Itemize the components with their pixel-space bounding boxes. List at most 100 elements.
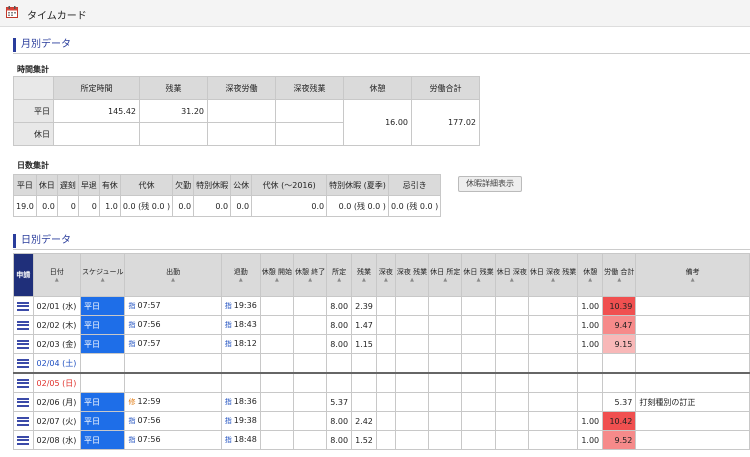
schedule-cell[interactable]: 平日 <box>79 315 126 335</box>
sort-icon[interactable]: ▲ <box>497 277 527 283</box>
column-header-labor-total[interactable]: 労働 合計 ▲ <box>602 253 637 297</box>
menu-icon[interactable] <box>17 435 30 445</box>
column-header-break[interactable]: 休憩 ▲ <box>577 253 604 297</box>
break-end-cell <box>293 296 328 316</box>
sort-icon[interactable]: ▲ <box>397 277 427 283</box>
schedule-cell[interactable]: 平日 <box>79 392 126 412</box>
section-divider <box>13 53 750 54</box>
clock-in-cell[interactable]: 指 07:57 <box>124 296 222 316</box>
menu-icon[interactable] <box>17 320 30 330</box>
daily-section-title: 日別データ <box>13 234 71 248</box>
clock-in-cell[interactable]: 指 07:56 <box>124 315 222 335</box>
break-cell: 1.00 <box>577 296 604 316</box>
column-header-holiday-overtime[interactable]: 休日 残業 ▲ <box>461 253 496 297</box>
column-header-scheduled[interactable]: 所定 ▲ <box>326 253 353 297</box>
schedule-cell[interactable]: 平日 <box>79 411 126 431</box>
schedule-cell[interactable]: 平日 <box>79 296 126 316</box>
holiday-overtime-cell <box>461 315 496 335</box>
menu-icon[interactable] <box>17 397 30 407</box>
sort-icon[interactable]: ▲ <box>353 277 375 283</box>
column-header-schedule[interactable]: スケジュール ▲ <box>79 253 126 297</box>
sort-icon[interactable]: ▲ <box>530 277 576 283</box>
column-header: 遅刻 <box>56 174 79 196</box>
clock-out-cell[interactable]: 指 18:12 <box>220 334 261 354</box>
clock-in-cell[interactable]: 指 07:57 <box>124 334 222 354</box>
date-cell[interactable]: 02/07 (火) <box>32 411 81 431</box>
clock-in-cell[interactable]: 指 07:56 <box>124 430 222 450</box>
fingerprint-punch-icon: 指 <box>128 321 136 329</box>
menu-icon[interactable] <box>17 378 30 388</box>
column-header-overtime[interactable]: 残業 ▲ <box>351 253 377 297</box>
menu-icon[interactable] <box>17 416 30 426</box>
sort-icon[interactable]: ▲ <box>328 277 350 283</box>
date-cell[interactable]: 02/02 (木) <box>32 315 81 335</box>
late-night-cell <box>375 430 396 450</box>
clock-in-cell[interactable]: 修 12:59 <box>124 392 222 412</box>
column-header-late-night-overtime[interactable]: 深夜 残業 ▲ <box>394 253 430 297</box>
clock-out-cell[interactable] <box>220 372 261 393</box>
column-header-holiday-late-night-overtime[interactable]: 休日 深夜 残業 ▲ <box>527 253 579 297</box>
column-header-late-night[interactable]: 深夜 ▲ <box>375 253 396 297</box>
sort-icon[interactable]: ▲ <box>579 277 601 283</box>
apply-cell <box>13 315 34 335</box>
clock-in-cell[interactable] <box>124 372 222 393</box>
column-header-break-end[interactable]: 休憩 終了 ▲ <box>293 253 328 297</box>
schedule-cell[interactable] <box>79 353 126 374</box>
remarks-cell <box>635 430 750 450</box>
sort-icon[interactable]: ▲ <box>126 277 219 283</box>
clock-out-cell[interactable] <box>220 353 261 374</box>
apply-cell <box>13 411 34 431</box>
column-header-clock-out[interactable]: 退勤 ▲ <box>220 253 261 297</box>
column-header-clock-in[interactable]: 出勤 ▲ <box>124 253 222 297</box>
apply-cell <box>13 334 34 354</box>
date-cell[interactable]: 02/01 (水) <box>32 296 81 316</box>
clock-in-cell[interactable]: 指 07:56 <box>124 411 222 431</box>
schedule-cell[interactable] <box>79 372 126 393</box>
sort-icon[interactable]: ▲ <box>378 277 394 283</box>
schedule-cell[interactable]: 平日 <box>79 430 126 450</box>
sort-icon[interactable]: ▲ <box>35 277 79 283</box>
clock-in-cell[interactable] <box>124 353 222 374</box>
leave-detail-button[interactable]: 休暇詳細表示 <box>458 176 522 192</box>
sort-icon[interactable]: ▲ <box>223 277 259 283</box>
schedule-cell[interactable]: 平日 <box>79 334 126 354</box>
menu-icon[interactable] <box>17 339 30 349</box>
sort-icon[interactable]: ▲ <box>637 277 748 283</box>
column-header-remarks[interactable]: 備考 ▲ <box>635 253 750 297</box>
break-total: 16.00 <box>343 99 412 146</box>
sort-icon[interactable]: ▲ <box>82 277 124 283</box>
date-cell[interactable]: 02/06 (月) <box>32 392 81 412</box>
date-cell[interactable]: 02/04 (土) <box>32 353 81 374</box>
column-header-date[interactable]: 日付 ▲ <box>32 253 81 297</box>
hours-cell <box>139 122 208 146</box>
clock-out-cell[interactable]: 指 18:48 <box>220 430 261 450</box>
sort-icon[interactable]: ▲ <box>430 277 460 283</box>
clock-out-cell[interactable]: 指 19:36 <box>220 296 261 316</box>
days-value: 1.0 <box>98 195 121 217</box>
sort-icon[interactable]: ▲ <box>463 277 493 283</box>
apply-cell <box>13 392 34 412</box>
menu-icon[interactable] <box>17 301 30 311</box>
date-cell[interactable]: 02/05 (日) <box>32 372 81 393</box>
sort-icon[interactable]: ▲ <box>262 277 292 283</box>
fingerprint-punch-icon: 指 <box>128 417 136 425</box>
overtime-cell: 1.52 <box>351 430 377 450</box>
break-start-cell <box>259 372 295 393</box>
labor-total-cell: 10.42 <box>602 411 637 431</box>
labor-total-cell <box>602 372 637 393</box>
clock-out-cell[interactable]: 指 18:43 <box>220 315 261 335</box>
column-header-holiday-late-night[interactable]: 休日 深夜 ▲ <box>494 253 529 297</box>
scheduled-cell: 8.00 <box>326 334 353 354</box>
date-cell[interactable]: 02/08 (水) <box>32 430 81 450</box>
remarks-cell <box>635 315 750 335</box>
date-cell[interactable]: 02/03 (金) <box>32 334 81 354</box>
clock-out-cell[interactable]: 指 18:36 <box>220 392 261 412</box>
sort-icon[interactable]: ▲ <box>295 277 325 283</box>
holiday-scheduled-cell <box>428 353 463 374</box>
menu-icon[interactable] <box>17 358 30 368</box>
column-header-break-start[interactable]: 休憩 開始 ▲ <box>259 253 295 297</box>
table-row: 02/07 (火) 平日指 07:56 指 19:38 8.00 2.42 1.00 10.42 <box>13 411 750 431</box>
clock-out-cell[interactable]: 指 19:38 <box>220 411 261 431</box>
column-header-holiday-scheduled[interactable]: 休日 所定 ▲ <box>428 253 463 297</box>
sort-icon[interactable]: ▲ <box>604 277 634 283</box>
